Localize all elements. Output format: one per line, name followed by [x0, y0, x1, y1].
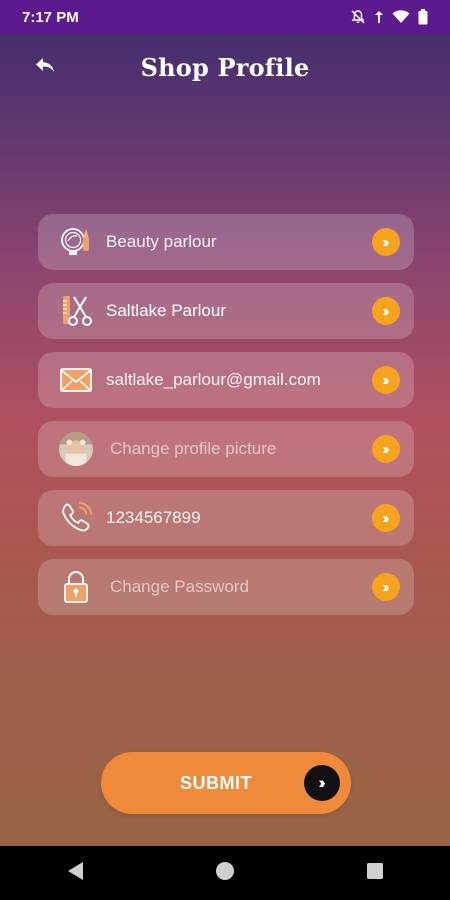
beauty-mirror-icon — [58, 222, 94, 262]
category-go-button[interactable]: ›› — [372, 228, 400, 256]
profile-picture-label: Change profile picture — [110, 439, 277, 458]
back-triangle-icon — [65, 860, 85, 887]
recents-square-icon — [366, 862, 384, 885]
nav-home-button[interactable] — [195, 853, 255, 893]
double-chevron-right-icon: ›› — [382, 509, 390, 527]
status-bar: 7:17 PM — [0, 0, 450, 34]
double-chevron-right-icon: ›› — [382, 302, 390, 320]
shop-name-go-button[interactable]: ›› — [372, 297, 400, 325]
profile-picture-go-button[interactable]: ›› — [372, 435, 400, 463]
notifications-off-icon — [350, 9, 366, 25]
phone-value: 1234567899 — [106, 508, 201, 527]
password-field[interactable]: Change Password ›› — [38, 559, 414, 615]
submit-label: SUBMIT — [180, 772, 252, 793]
double-chevron-right-icon: ›› — [382, 440, 390, 458]
phone-field[interactable]: 1234567899 ›› — [38, 490, 414, 546]
phone-go-button[interactable]: ›› — [372, 504, 400, 532]
status-time: 7:17 PM — [22, 8, 79, 26]
submit-button[interactable]: SUBMIT ›› — [101, 752, 351, 814]
shop-name-value: Saltlake Parlour — [106, 301, 227, 320]
double-chevron-right-icon: ›› — [382, 233, 390, 251]
back-button[interactable] — [30, 52, 60, 82]
status-icons — [350, 9, 428, 25]
home-circle-icon — [215, 861, 235, 886]
profile-avatar-icon — [58, 429, 94, 469]
signal-icon — [374, 10, 384, 24]
profile-form: Beauty parlour ›› Saltlake Parlour ›› sa… — [38, 214, 414, 628]
email-field[interactable]: saltlake_parlour@gmail.com ›› — [38, 352, 414, 408]
profile-picture-field[interactable]: Change profile picture ›› — [38, 421, 414, 477]
envelope-icon — [58, 360, 94, 400]
password-go-button[interactable]: ›› — [372, 573, 400, 601]
email-go-button[interactable]: ›› — [372, 366, 400, 394]
category-value: Beauty parlour — [106, 232, 217, 251]
page-title: Shop Profile — [140, 52, 310, 82]
double-chevron-right-icon: ›› — [382, 578, 390, 596]
category-field[interactable]: Beauty parlour ›› — [38, 214, 414, 270]
email-value: saltlake_parlour@gmail.com — [106, 370, 321, 389]
double-chevron-right-icon: ›› — [304, 765, 340, 801]
back-arrow-icon — [34, 55, 56, 80]
system-nav-bar — [0, 846, 450, 900]
nav-recents-button[interactable] — [345, 853, 405, 893]
app-bar: Shop Profile — [0, 34, 450, 100]
battery-icon — [418, 9, 428, 25]
lock-icon — [58, 567, 94, 607]
wifi-icon — [392, 10, 410, 24]
phone-icon — [58, 498, 94, 538]
scissors-comb-icon — [58, 291, 94, 331]
password-label: Change Password — [110, 577, 249, 596]
double-chevron-right-icon: ›› — [382, 371, 390, 389]
nav-back-button[interactable] — [45, 853, 105, 893]
shop-name-field[interactable]: Saltlake Parlour ›› — [38, 283, 414, 339]
